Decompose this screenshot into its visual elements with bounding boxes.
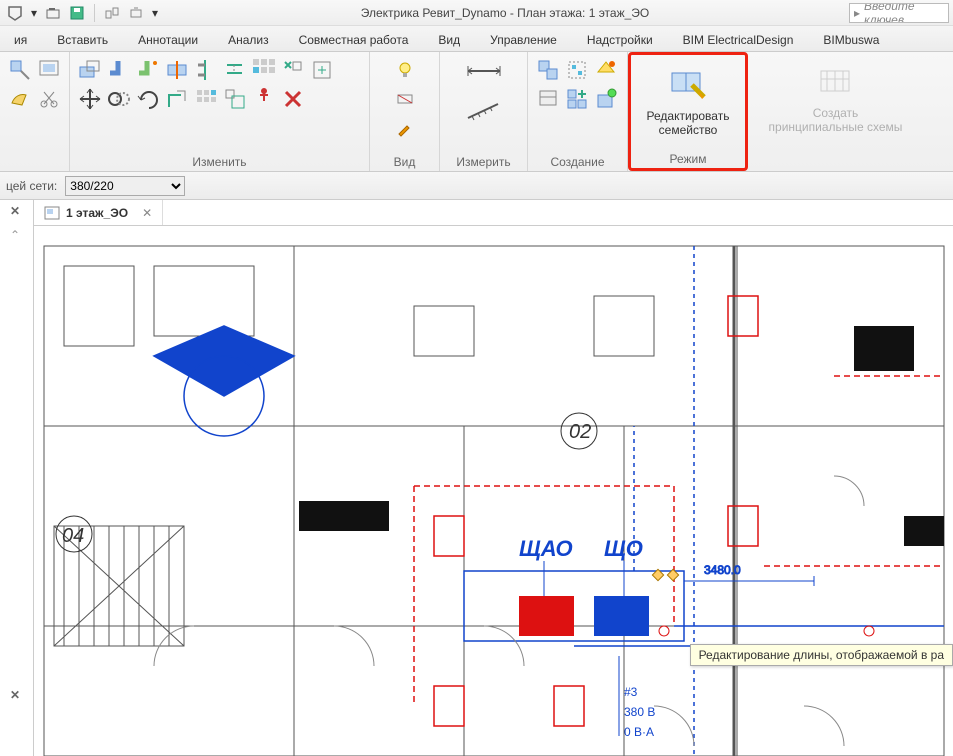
save-icon[interactable] — [66, 2, 88, 24]
chevron-up-icon[interactable]: ⌃ — [10, 228, 20, 242]
app-menu-button[interactable] — [4, 2, 26, 24]
undo-icon[interactable] — [125, 2, 147, 24]
copy-icon[interactable] — [105, 85, 133, 113]
family-types-icon[interactable] — [563, 85, 591, 113]
paintbrush-icon[interactable] — [391, 114, 419, 142]
extend-icon[interactable] — [308, 56, 336, 84]
tab-bimbusway[interactable]: BIMbuswa — [817, 29, 885, 51]
optbar-label: цей сети: — [6, 179, 57, 193]
circuits-label: #3 — [624, 685, 638, 699]
edit-family-label: Редактировать семейство — [647, 109, 730, 137]
split-icon[interactable] — [163, 56, 191, 84]
room-tag-04: 04 — [62, 525, 84, 547]
paint-icon[interactable] — [6, 85, 34, 113]
open-icon[interactable] — [42, 2, 64, 24]
move-icon[interactable] — [76, 85, 104, 113]
tab-addins[interactable]: Надстройки — [581, 29, 659, 51]
delete-icon[interactable] — [279, 85, 307, 113]
voltage-label: 380 В — [624, 705, 655, 719]
create-parts-icon[interactable] — [534, 85, 562, 113]
wall-join-icon[interactable] — [105, 56, 133, 84]
tab-0[interactable]: ия — [8, 29, 33, 51]
measure-icon[interactable] — [460, 96, 508, 126]
aligned-dim-icon[interactable] — [460, 56, 508, 86]
modify-icon[interactable] — [6, 56, 34, 84]
pin-icon[interactable] — [250, 85, 278, 113]
create-scheme-button: Создать принципиальные схемы — [759, 56, 913, 140]
search-input[interactable]: Введите ключев — [849, 3, 949, 23]
close-icon[interactable]: ✕ — [10, 204, 20, 218]
trim-icon[interactable] — [279, 56, 307, 84]
panel-measure-label: Измерить — [456, 155, 510, 169]
close-icon-2[interactable]: ✕ — [10, 688, 20, 702]
power-label: 0 В·А — [624, 725, 654, 739]
mirror-icon[interactable] — [250, 56, 278, 84]
trim-corner-icon[interactable] — [163, 85, 191, 113]
tab-collaborate[interactable]: Совместная работа — [293, 29, 415, 51]
ribbon-tabs: ия Вставить Аннотации Анализ Совместная … — [0, 26, 953, 52]
create-scheme-label: Создать принципиальные схемы — [769, 106, 903, 134]
panel-modify-label: Изменить — [192, 155, 246, 169]
plan-view-icon — [44, 206, 60, 220]
join-icon[interactable] — [76, 56, 104, 84]
dimension-value[interactable]: 3480.0 — [704, 563, 741, 577]
create-group-icon[interactable] — [563, 56, 591, 84]
room-tag-02: 02 — [569, 421, 591, 443]
load-family-icon[interactable] — [592, 85, 620, 113]
scale-icon[interactable] — [221, 85, 249, 113]
view-tab[interactable]: 1 этаж_ЭО ✕ — [34, 200, 163, 225]
sync-icon[interactable] — [101, 2, 123, 24]
align-icon[interactable] — [192, 56, 220, 84]
tab-manage[interactable]: Управление — [484, 29, 563, 51]
window-title: Электрика Ревит_Dynamo - План этажа: 1 э… — [161, 6, 849, 20]
panel-view-label: Вид — [394, 155, 416, 169]
cut-icon[interactable] — [35, 85, 63, 113]
panel-label-1: ЩАО — [519, 536, 573, 561]
tab-insert[interactable]: Вставить — [51, 29, 114, 51]
panel-label-2: ЩО — [604, 536, 643, 561]
type-icon[interactable] — [35, 56, 63, 84]
view-tab-name: 1 этаж_ЭО — [66, 206, 128, 220]
qat-dropdown[interactable]: ▾ — [28, 2, 40, 24]
rotate-icon[interactable] — [134, 85, 162, 113]
array-icon[interactable] — [192, 85, 220, 113]
tab-annotate[interactable]: Аннотации — [132, 29, 204, 51]
hide-icon[interactable] — [391, 85, 419, 113]
create-assembly-icon[interactable] — [592, 56, 620, 84]
tab-bim-elec[interactable]: BIM ElectricalDesign — [677, 29, 800, 51]
floor-plan-canvas[interactable]: 02 04 ЩАО ЩО 3480.0 — [34, 226, 953, 756]
qat-more[interactable]: ▾ — [149, 2, 161, 24]
view-tab-close[interactable]: ✕ — [142, 206, 152, 220]
tab-analyze[interactable]: Анализ — [222, 29, 275, 51]
panel-create-label: Создание — [550, 155, 604, 169]
tab-view[interactable]: Вид — [432, 29, 466, 51]
voltage-select[interactable]: 380/220 — [65, 176, 185, 196]
panel-mode-label: Режим — [670, 152, 707, 166]
beam-join-icon[interactable] — [134, 56, 162, 84]
properties-palette-collapsed[interactable]: ✕ ⌃ ✕ — [0, 200, 34, 756]
create-similar-icon[interactable] — [534, 56, 562, 84]
lightbulb-icon[interactable] — [391, 56, 419, 84]
edit-family-button[interactable]: Редактировать семейство — [637, 59, 740, 143]
tooltip: Редактирование длины, отображаемой в ра — [690, 644, 953, 666]
offset-icon[interactable] — [221, 56, 249, 84]
